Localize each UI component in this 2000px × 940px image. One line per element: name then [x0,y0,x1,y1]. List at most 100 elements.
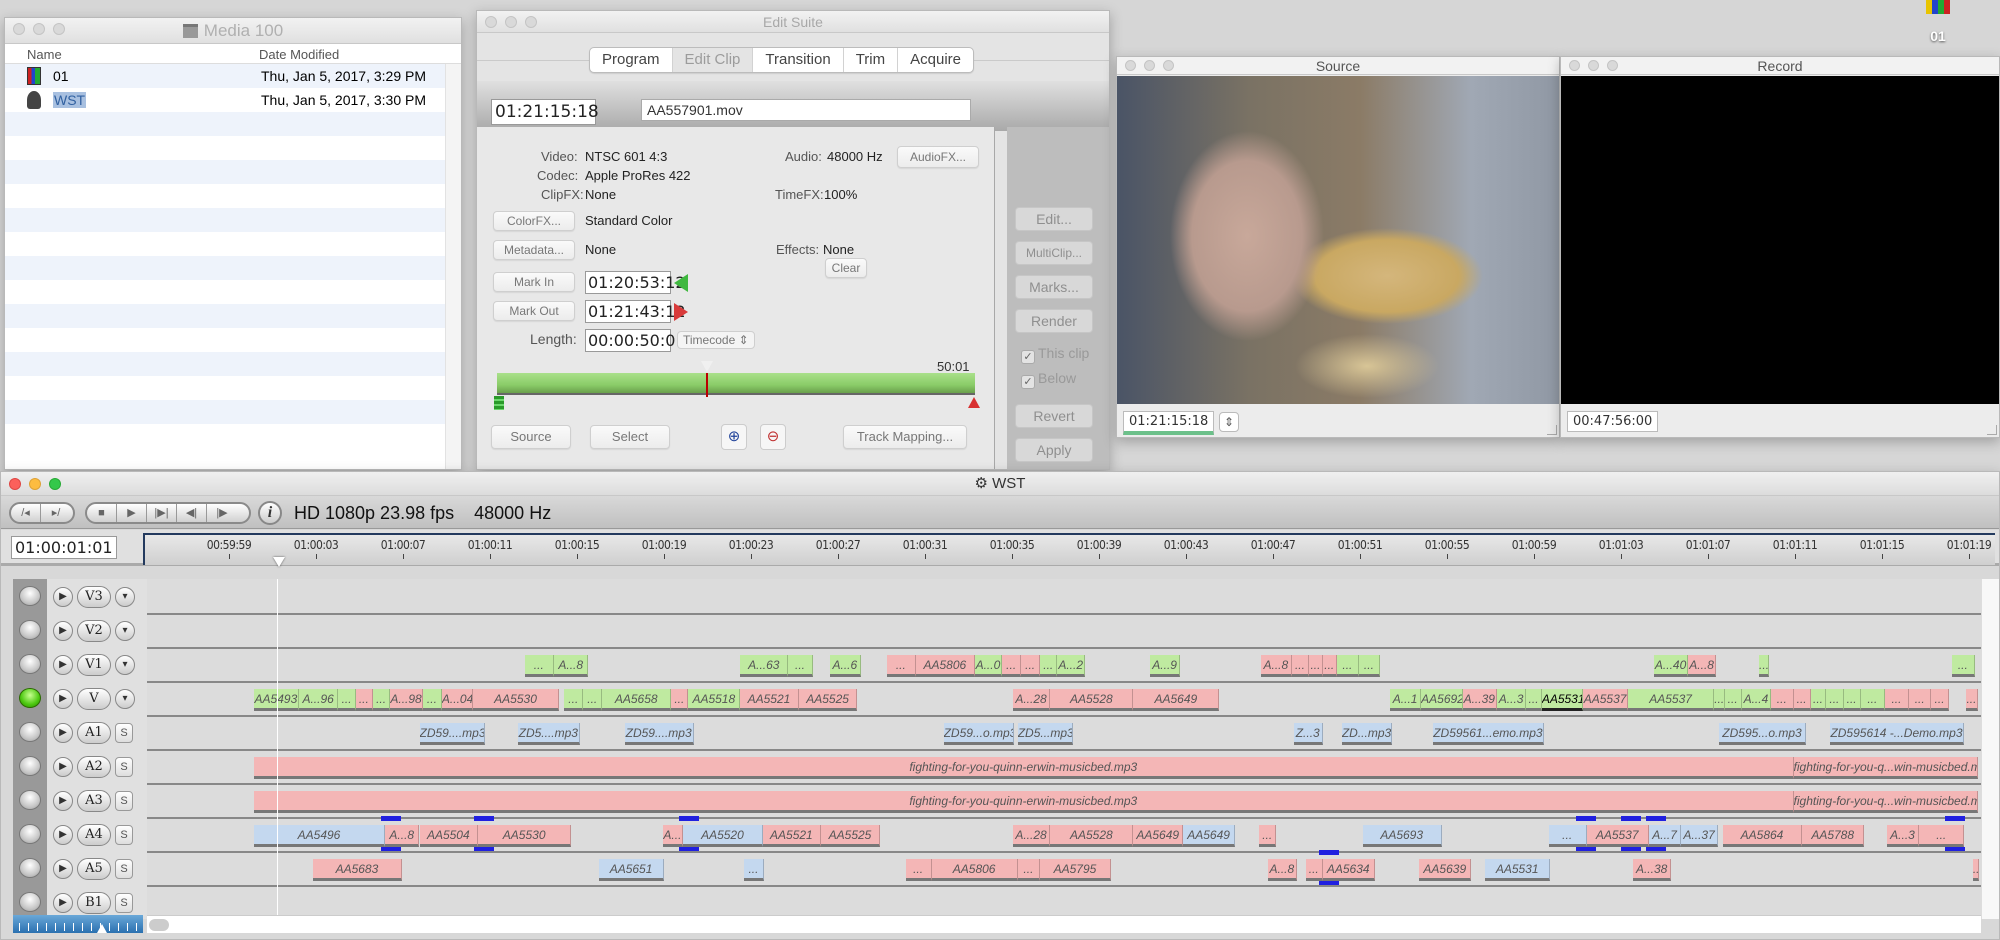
timeline-clip[interactable]: ... [1759,655,1770,677]
track-play-icon[interactable]: ▶ [53,825,73,845]
go-to-mark-out-arrow-icon[interactable] [674,303,688,321]
track-lane-a5[interactable]: AA5683 AA5651...... AA5806... AA5795 A...8..… [147,850,1981,886]
step-back-icon[interactable]: ◀| [177,504,207,522]
out-point-marker-icon[interactable] [968,397,980,408]
track-lane-a4[interactable]: AA5496 A...8 AA5504 AA5530 A... AA5520 AA5521 A… [147,816,1981,852]
tab-acquire[interactable]: Acquire [898,48,973,72]
timeline-clip[interactable]: AA5530 [472,689,560,711]
mark-in-button[interactable]: Mark In [493,272,575,292]
timeline-clip[interactable]: ... [1771,689,1794,711]
play-icon[interactable]: ▶ [117,504,147,522]
timeline-clip[interactable]: A...8 [1260,655,1292,677]
transition-marker-icon[interactable] [679,816,700,852]
source-viewer-titlebar[interactable]: Source [1117,57,1559,75]
timeline-clip[interactable]: ZD59....mp3 [419,723,485,745]
timeline-clip[interactable]: AA5692 [1421,689,1463,711]
transition-marker-icon[interactable] [1575,816,1596,852]
timeline-clip[interactable]: fighting-for-you-q...win-musicbed.mp3 [1793,757,1978,779]
timeline-clip[interactable]: ZD59561...emo.mp3 [1433,723,1544,745]
tab-program[interactable]: Program [590,48,673,72]
scrub-playhead-handle[interactable] [701,361,714,372]
desktop-icon-01[interactable]: 01 [1918,0,1958,50]
close-button[interactable] [1569,60,1580,71]
source-video-frame[interactable] [1117,76,1559,406]
timeline-clip[interactable]: AA5521 [740,689,799,711]
track-name-button[interactable]: V3 [77,586,111,608]
track-options-icon[interactable]: ▾ [115,689,135,709]
timeline-clip[interactable]: AA5651 [598,859,665,881]
track-target-led-icon[interactable] [19,756,41,776]
edit-button[interactable]: Edit... [1015,207,1093,231]
track-lane-v2[interactable] [147,613,1981,647]
timeline-clip[interactable]: ... [1359,655,1380,677]
track-play-icon[interactable]: ▶ [53,621,73,641]
timeline-clip[interactable]: ... [355,689,373,711]
solo-button[interactable]: S [115,791,133,811]
track-play-icon[interactable]: ▶ [53,587,73,607]
timeline-clip[interactable]: Z...3 [1293,723,1323,745]
track-name-button[interactable]: V1 [77,654,111,676]
timeline-clip[interactable]: ... [1972,859,1979,881]
track-lane-b1[interactable] [147,885,1981,919]
item-name[interactable]: WST [53,92,87,108]
timeline-clip[interactable]: AA5693 [1362,825,1442,847]
timeline-horizontal-scrollbar[interactable] [147,915,1981,933]
timeline-clip[interactable]: AA5683 [312,859,403,881]
track-play-icon[interactable]: ▶ [53,723,73,743]
source-timecode-field[interactable]: 01:21:15:18 [1123,411,1215,435]
timeline-clip[interactable]: A...28 [1012,689,1051,711]
record-viewer-titlebar[interactable]: Record [1561,57,1999,75]
column-header-name[interactable]: Name [27,47,62,62]
mark-in-field[interactable]: 01:20:53:12 [585,271,686,294]
info-icon[interactable]: i [258,501,282,525]
track-lane-v3[interactable] [147,579,1981,613]
timeline-clip[interactable]: fighting-for-you-quinn-erwin-musicbed.mp… [254,757,1794,779]
timeline-clip[interactable]: A...38 [1633,859,1672,881]
render-button[interactable]: Render [1015,309,1093,333]
transition-marker-icon[interactable] [474,816,495,852]
column-header-date[interactable]: Date Modified [259,47,339,62]
timeline-clip[interactable]: A...39 [1462,689,1497,711]
timeline-clip[interactable]: ... [1884,689,1910,711]
timeline-clip[interactable]: AA5528 [1050,825,1134,847]
solo-button[interactable]: S [115,893,133,913]
solo-button[interactable]: S [115,757,133,777]
timeline-clip[interactable]: ... [886,655,916,677]
timeline-clip[interactable]: AA5649 [1133,825,1184,847]
track-target-led-icon[interactable] [19,722,41,742]
timeline-clip[interactable]: AA5496 [254,825,386,847]
timeline-clip[interactable]: ZD5...mp3 [1017,723,1073,745]
go-to-mark-in-arrow-icon[interactable] [674,274,688,292]
track-name-button[interactable]: A1 [77,722,111,744]
close-button[interactable] [1125,60,1136,71]
track-name-button[interactable]: A3 [77,790,111,812]
zoom-button[interactable] [525,16,537,28]
zoom-button[interactable] [1163,60,1174,71]
source-button[interactable]: Source [491,425,571,449]
next-edit-icon[interactable]: ▸/ [41,504,71,522]
clip-filename-field[interactable]: AA557901.mov [641,99,971,121]
timeline-clip[interactable]: ZD59....mp3 [624,723,694,745]
timecode-stepper-icon[interactable]: ⇕ [1219,412,1239,432]
metadata-button[interactable]: Metadata... [493,240,575,260]
timeline-clip[interactable]: AA5528 [1050,689,1134,711]
minimize-button[interactable] [33,23,45,35]
timeline-clip[interactable]: ... [1002,655,1022,677]
timeline-clip[interactable]: ... [1843,689,1861,711]
timeline-clip[interactable]: AA5537 [1628,689,1715,711]
timeline-clip[interactable]: ... [1259,825,1277,847]
select-button[interactable]: Select [590,425,670,449]
solo-button[interactable]: S [115,723,133,743]
item-name[interactable]: 01 [53,68,69,84]
zoom-out-icon[interactable]: ⊖ [760,424,786,450]
timeline-clip[interactable]: A...28 [1012,825,1051,847]
revert-button[interactable]: Revert [1015,404,1093,428]
resize-grip-icon[interactable] [1547,425,1557,435]
timeline-clip[interactable]: A...3 [1886,825,1920,847]
timeline-clip[interactable]: AA5504 [419,825,479,847]
timeline-clip[interactable]: ... [788,655,813,677]
timeline-clip[interactable]: A...6 [829,655,861,677]
timeline-clip[interactable]: AA5649 [1183,825,1235,847]
previous-edit-icon[interactable]: /◂ [11,504,41,522]
step-forward-icon[interactable]: |▶ [207,504,237,522]
